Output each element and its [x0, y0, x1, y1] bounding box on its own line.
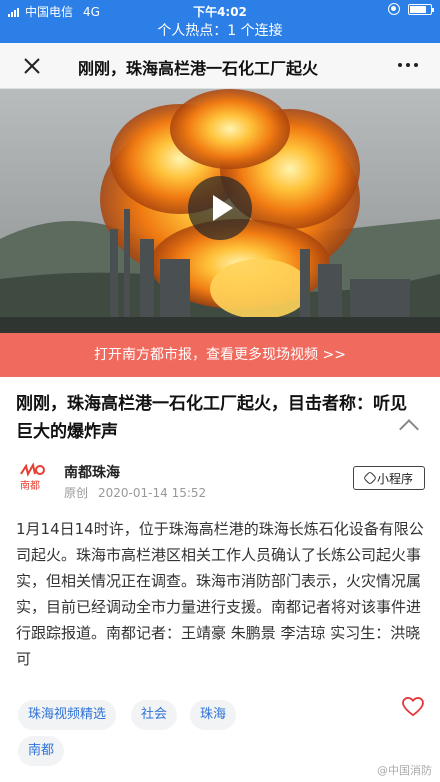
- status-bar: 中国电信 4G 下午4:02: [0, 0, 440, 20]
- nav-title: 刚刚，珠海高栏港一石化工厂起火: [78, 59, 319, 78]
- status-right: [388, 3, 434, 15]
- hotspot-bar[interactable]: 个人热点：1 个连接: [0, 20, 440, 43]
- original-label: 原创: [64, 486, 89, 500]
- orientation-lock-icon: [388, 3, 400, 15]
- close-icon[interactable]: [22, 56, 42, 76]
- tag-item[interactable]: 社会: [131, 700, 178, 730]
- battery-icon: [408, 3, 434, 15]
- link-icon: [362, 470, 378, 486]
- publish-time: 2020-01-14 15:52: [98, 486, 207, 500]
- more-icon[interactable]: [398, 63, 418, 67]
- mini-program-button[interactable]: 小程序: [353, 466, 425, 490]
- open-app-banner[interactable]: 打开南方都市报，查看更多现场视频 >>: [0, 333, 440, 377]
- battery-level: [410, 5, 426, 13]
- source-logo: 南都: [20, 462, 45, 492]
- play-icon[interactable]: [188, 176, 252, 240]
- source-meta: 原创 2020-01-14 15:52: [64, 484, 216, 501]
- tag-item[interactable]: 南都: [18, 736, 65, 766]
- logo-text: 南都: [20, 479, 40, 492]
- heart-icon[interactable]: [402, 697, 424, 717]
- tag-item[interactable]: 珠海视频精选: [18, 700, 117, 730]
- status-time: 下午4:02: [193, 5, 247, 19]
- source-name[interactable]: 南都珠海: [64, 462, 120, 482]
- video-player[interactable]: [0, 89, 440, 333]
- mini-program-label: 小程序: [376, 471, 413, 486]
- tag-item[interactable]: 珠海: [190, 700, 237, 730]
- nav-bar: 刚刚，珠海高栏港一石化工厂起火: [0, 43, 440, 89]
- article-body: 1月14日14时许，位于珠海高栏港的珠海长炼石化设备有限公司起火。珠海市高栏港区…: [16, 520, 424, 668]
- watermark: @中国消防: [377, 764, 432, 777]
- article-title: 刚刚，珠海高栏港一石化工厂起火，目击者称：听见巨大的爆炸声: [16, 394, 407, 442]
